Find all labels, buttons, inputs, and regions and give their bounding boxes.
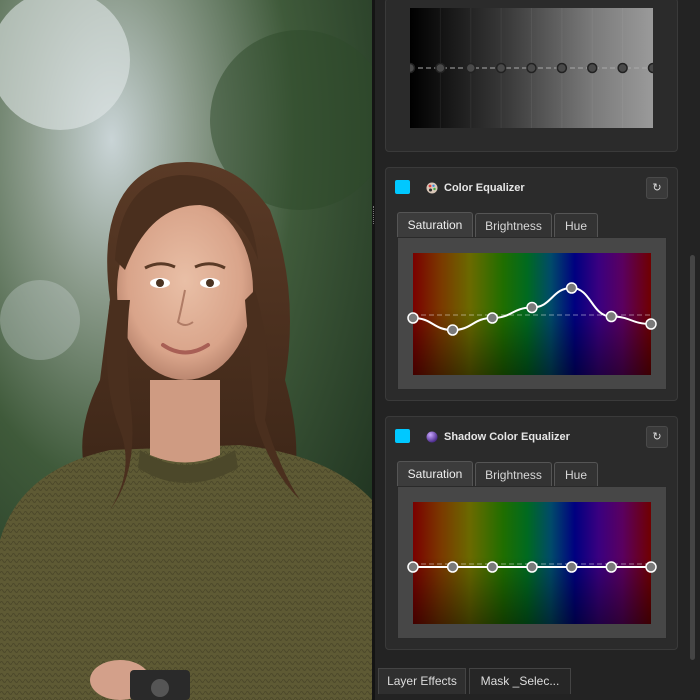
tone-curve-point[interactable]: [495, 62, 507, 74]
shadow-eq-curve[interactable]: [407, 502, 657, 624]
tone-curve-point[interactable]: [435, 62, 446, 74]
shadow-eq-control-point[interactable]: [565, 561, 578, 573]
shadow-eq-control-point[interactable]: [407, 561, 419, 573]
shadow-equalizer-title: Shadow Color Equalizer: [444, 431, 570, 443]
color-eq-curve[interactable]: [407, 253, 657, 375]
color-eq-control-point[interactable]: [605, 310, 618, 323]
color-eq-control-point[interactable]: [446, 324, 459, 336]
shadow-eq-control-point[interactable]: [645, 561, 657, 573]
shadow-equalizer-reset-button[interactable]: ↻: [646, 426, 668, 448]
shadow-eq-tab-hue[interactable]: Hue: [554, 462, 598, 487]
bottom-tab-layer-effects[interactable]: Layer Effects: [378, 668, 466, 694]
color-eq-control-point[interactable]: [645, 318, 657, 330]
reset-icon: ↻: [652, 182, 662, 194]
portrait-photo: [0, 0, 372, 700]
tone-curve-point[interactable]: [647, 62, 654, 74]
palette-icon: [426, 182, 438, 194]
shadow-equalizer-enable-checkbox[interactable]: [395, 429, 410, 443]
tone-curve-point[interactable]: [556, 62, 568, 74]
panel-scrollbar[interactable]: [690, 255, 695, 660]
color-eq-tab-saturation[interactable]: Saturation: [397, 212, 473, 237]
color-eq-tab-brightness[interactable]: Brightness: [475, 213, 552, 238]
bottom-tab-mask-selection[interactable]: Mask _Selec...: [469, 668, 571, 694]
tone-curve-overlay[interactable]: [410, 8, 653, 128]
portrait-image: [0, 0, 372, 700]
shadow-eq-control-point[interactable]: [446, 561, 459, 573]
color-eq-control-point[interactable]: [486, 312, 499, 324]
shadow-eq-control-point[interactable]: [486, 561, 499, 573]
sphere-icon: [426, 431, 438, 443]
shadow-eq-control-point[interactable]: [605, 561, 618, 573]
tone-curve-point[interactable]: [465, 62, 476, 74]
color-equalizer-title: Color Equalizer: [444, 182, 525, 194]
color-eq-control-point[interactable]: [407, 312, 419, 324]
tone-curve-point[interactable]: [617, 62, 628, 74]
color-eq-control-point[interactable]: [565, 282, 578, 294]
color-equalizer-enable-checkbox[interactable]: [395, 180, 410, 194]
tone-curve-point[interactable]: [587, 62, 598, 74]
tone-curve-point[interactable]: [526, 62, 537, 74]
shadow-eq-tab-saturation[interactable]: Saturation: [397, 461, 473, 486]
color-equalizer-reset-button[interactable]: ↻: [646, 177, 668, 199]
color-eq-control-point[interactable]: [526, 301, 538, 314]
color-eq-tab-hue[interactable]: Hue: [554, 213, 598, 238]
shadow-eq-tab-brightness[interactable]: Brightness: [475, 462, 552, 487]
shadow-eq-control-point[interactable]: [526, 561, 538, 573]
reset-icon: ↻: [652, 431, 662, 443]
tone-curve-point[interactable]: [410, 62, 416, 74]
